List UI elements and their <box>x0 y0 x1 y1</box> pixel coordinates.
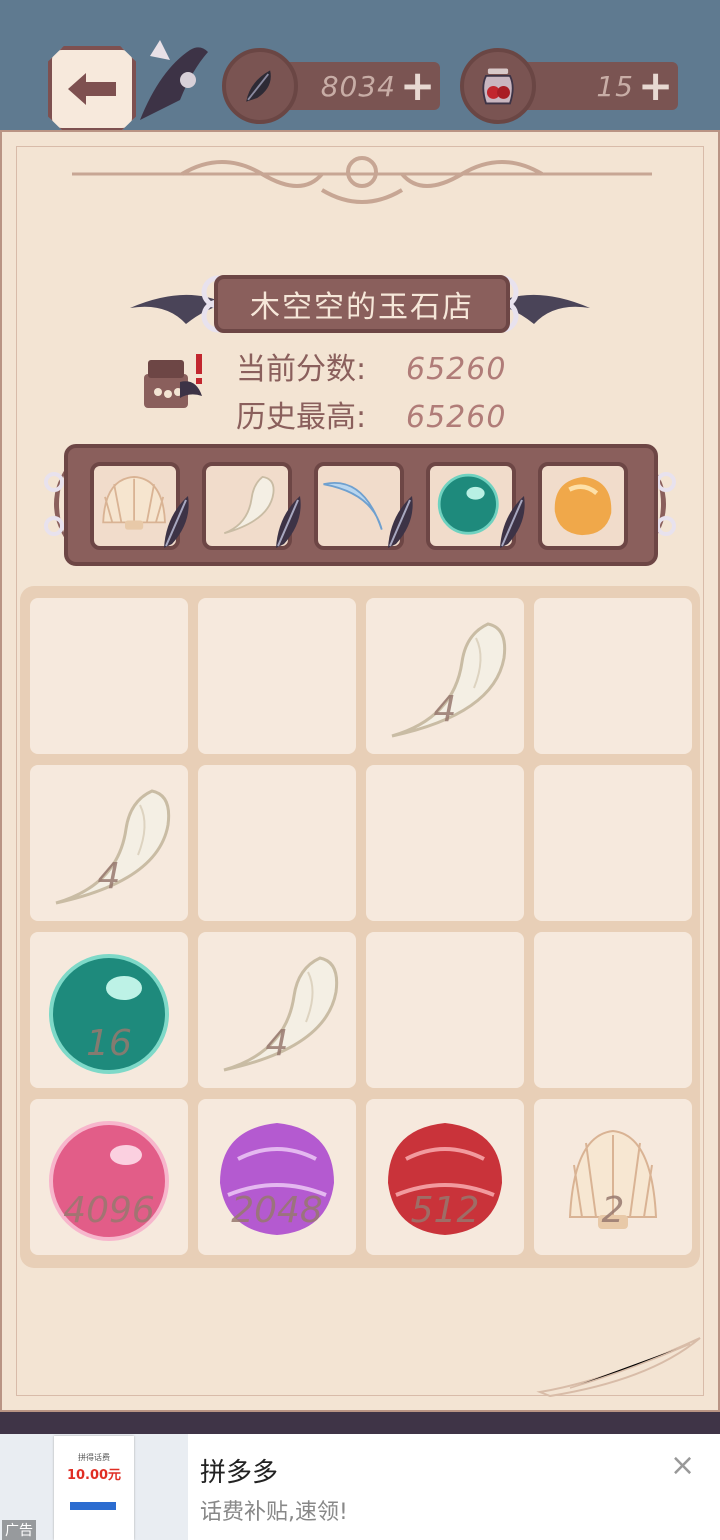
amber-drop-icon <box>554 476 612 536</box>
back-button[interactable] <box>48 46 136 132</box>
tile-2048-icon <box>220 1123 334 1235</box>
preview-slot-shell[interactable] <box>90 462 189 550</box>
feather-badge-icon <box>276 496 301 548</box>
bottom-strip <box>0 1412 720 1434</box>
jar-icon <box>460 48 536 124</box>
tile-cell[interactable]: 4 <box>30 765 188 921</box>
close-icon[interactable]: × <box>670 1448 695 1483</box>
feather-badge-icon <box>388 496 413 548</box>
shop-title-banner: 木空空的玉石店 <box>214 275 510 333</box>
top-bar: 8034 + 15 + <box>0 0 720 140</box>
preview-slot-claw[interactable] <box>202 462 301 550</box>
empty-cell[interactable] <box>198 598 356 754</box>
ad-subtitle: 话费补贴,速领! <box>200 1500 348 1525</box>
feather-icon <box>222 48 298 124</box>
shop-title: 木空空的玉石店 <box>250 290 474 325</box>
tile-value: 16 <box>86 1023 132 1064</box>
feather-badge-icon <box>164 496 189 548</box>
best-score-row: 历史最高: 65260 <box>236 392 506 436</box>
current-score-row: 当前分数: 65260 <box>236 344 506 388</box>
tile-16-icon <box>49 954 169 1074</box>
feather-badge-icon <box>500 496 525 548</box>
preview-slot-teal-orb[interactable] <box>426 462 525 550</box>
empty-cell[interactable] <box>30 598 188 754</box>
empty-cell[interactable] <box>198 765 356 921</box>
tile-cell[interactable]: 2 <box>534 1099 692 1255</box>
tile-4-icon <box>223 956 339 1072</box>
ad-tag: 广告 <box>2 1520 36 1540</box>
jewelry-box-icon <box>144 354 202 408</box>
tile-value: 4096 <box>63 1190 155 1231</box>
empty-cell[interactable] <box>366 932 524 1088</box>
feather-count: 8034 <box>320 69 396 103</box>
ad-card-caption: 拼得话费 <box>78 1453 110 1462</box>
game-board: 4 4 16 4 4096 2048 512 2 <box>20 586 700 1268</box>
ad-thumbnail[interactable]: 拼得话费 10.00元 广告 <box>0 1434 188 1540</box>
tile-cell[interactable]: 4 <box>366 598 524 754</box>
tile-cell[interactable]: 4 <box>198 932 356 1088</box>
arrow-left-icon <box>68 73 116 105</box>
best-score-label: 历史最高: <box>236 400 367 435</box>
tile-4096-icon <box>49 1121 169 1241</box>
tile-cell[interactable]: 4096 <box>30 1099 188 1255</box>
jar-count: 15 <box>596 69 634 103</box>
add-feathers-button[interactable]: + <box>400 65 435 107</box>
feather-currency: 8034 + <box>222 48 440 124</box>
ribbon-decoration-icon <box>140 40 208 120</box>
tile-value: 4 <box>97 856 121 897</box>
tile-value: 4 <box>433 689 457 730</box>
tile-4-icon <box>391 622 507 738</box>
ad-card-amount: 10.00元 <box>66 1468 122 1483</box>
quill-icon <box>536 1337 701 1398</box>
ad-title[interactable]: 拼多多 <box>200 1452 278 1489</box>
tile-cell[interactable]: 2048 <box>198 1099 356 1255</box>
preview-slot-crescent[interactable] <box>314 462 413 550</box>
tile-4-icon <box>55 789 171 905</box>
ad-banner[interactable]: 拼得话费 10.00元 广告 拼多多 话费补贴,速领! × <box>0 1434 720 1540</box>
best-score-value: 65260 <box>406 400 507 435</box>
ornament-icon <box>72 156 652 204</box>
empty-cell[interactable] <box>534 765 692 921</box>
tile-512-icon <box>388 1123 502 1235</box>
add-jars-button[interactable]: + <box>638 65 673 107</box>
empty-cell[interactable] <box>366 765 524 921</box>
preview-slot-amber[interactable] <box>538 462 628 550</box>
tile-value: 4 <box>265 1023 289 1064</box>
tile-2-icon <box>568 1129 658 1229</box>
tile-value: 512 <box>410 1190 480 1231</box>
empty-cell[interactable] <box>534 598 692 754</box>
jar-currency: 15 + <box>460 48 678 124</box>
empty-cell[interactable] <box>534 932 692 1088</box>
current-score-value: 65260 <box>406 352 507 387</box>
current-score-label: 当前分数: <box>236 352 367 387</box>
tile-value: 2048 <box>231 1190 323 1231</box>
ad-card-button <box>70 1502 116 1510</box>
ad-card: 拼得话费 10.00元 <box>54 1436 134 1540</box>
tile-value: 2 <box>601 1190 625 1231</box>
tile-cell[interactable]: 16 <box>30 932 188 1088</box>
tile-cell[interactable]: 512 <box>366 1099 524 1255</box>
item-preview-strip <box>64 444 658 566</box>
